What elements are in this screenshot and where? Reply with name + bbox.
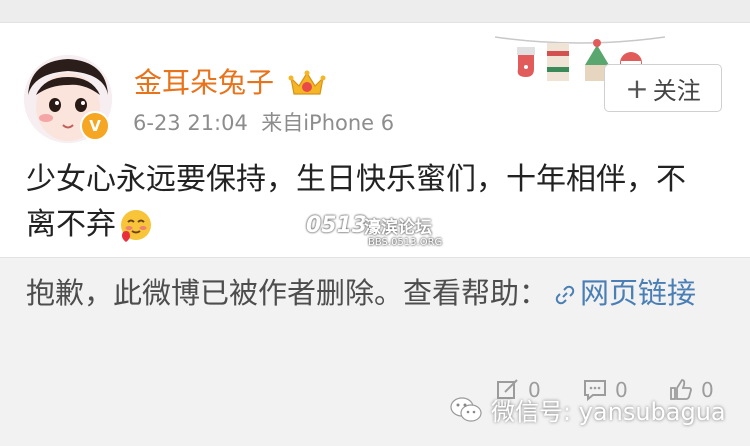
deleted-message: 抱歉，此微博已被作者删除。查看帮助： [26, 276, 549, 310]
wechat-label: 微信号: yansubagua [491, 398, 726, 426]
post-meta: 6-23 21:04 来自iPhone 6 [133, 109, 394, 137]
top-strip [0, 0, 750, 22]
watermark-site-name: 濠滨论坛 [364, 218, 432, 238]
post-source: 来自iPhone 6 [261, 111, 395, 135]
forum-watermark: 0513 濠滨论坛 BBS.0513.ORG [306, 209, 456, 253]
watermark-logo: 0513 [306, 213, 368, 238]
weibo-post-card: V 金耳朵兔子 6-23 21:04 来自iPhone 6 + 关注 少女心永远… [0, 22, 750, 258]
follow-button[interactable]: + 关注 [604, 64, 722, 112]
plus-icon: + [625, 71, 649, 105]
link-icon [555, 285, 575, 305]
follow-label: 关注 [652, 76, 701, 105]
web-link[interactable]: 网页链接 [548, 276, 696, 310]
web-link-label: 网页链接 [580, 276, 697, 310]
watermark-url: BBS.0513.ORG [368, 237, 443, 248]
wechat-watermark: 微信号: yansubagua [449, 392, 726, 427]
blush-emoji-icon [121, 209, 151, 242]
post-timestamp: 6-23 21:04 [133, 111, 248, 135]
deleted-notice: 抱歉，此微博已被作者删除。查看帮助： 网页链接 [26, 271, 726, 316]
wechat-icon [450, 396, 482, 422]
vip-crown-icon[interactable] [288, 68, 326, 100]
verified-badge-icon: V [80, 111, 110, 141]
username[interactable]: 金耳朵兔子 [134, 65, 274, 101]
